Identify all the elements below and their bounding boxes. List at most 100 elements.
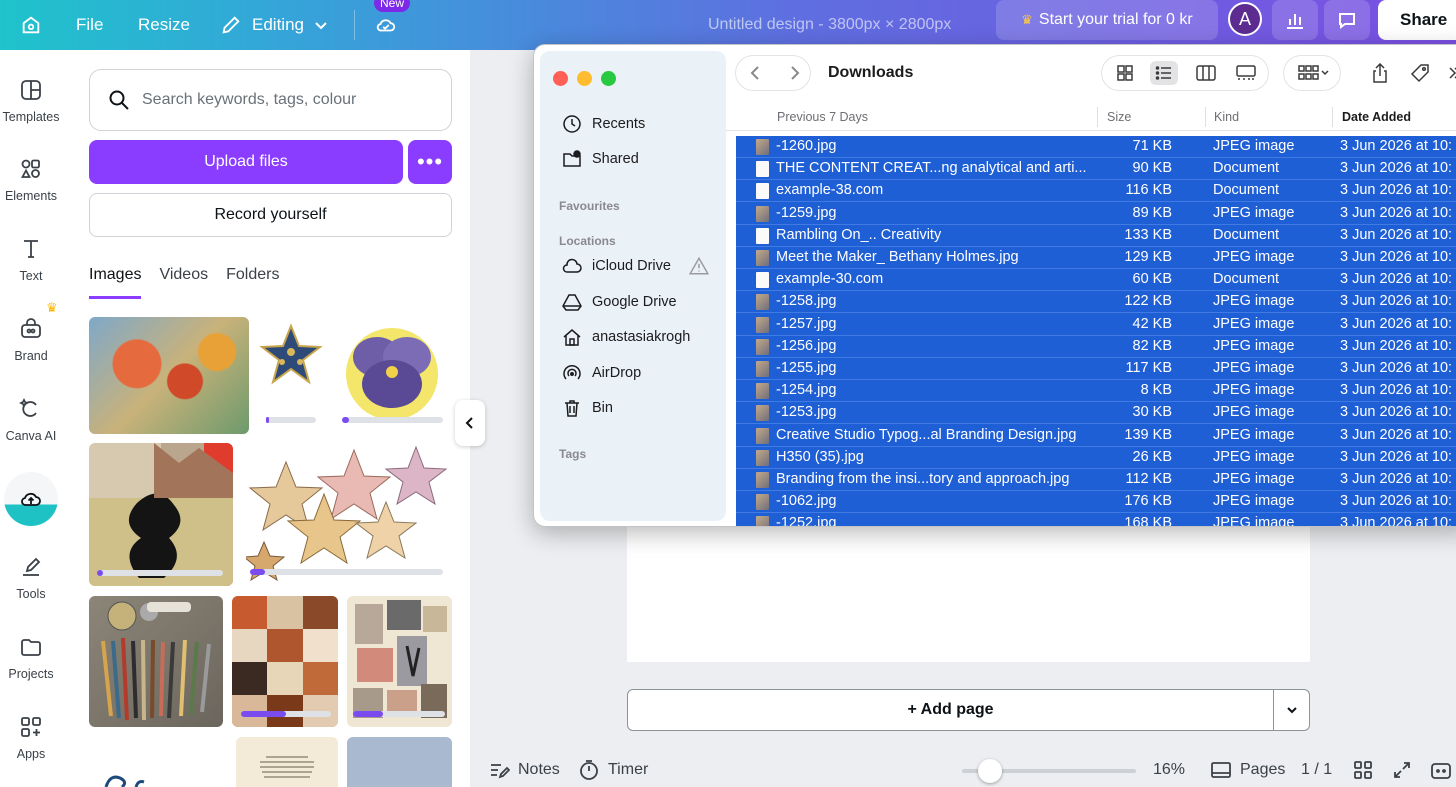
help-button[interactable]: [1430, 752, 1452, 787]
file-row[interactable]: -1252.jpg 168 KB JPEG image 3 Jun 2026 at 1…: [736, 513, 1456, 526]
templates-icon: [21, 80, 41, 100]
grid-view-button[interactable]: [1353, 752, 1373, 787]
rail-item-uploads[interactable]: [4, 472, 58, 526]
icon-view-button[interactable]: [1111, 61, 1139, 85]
sidebar-item-shared[interactable]: Shared: [562, 149, 639, 169]
file-row[interactable]: example-38.com 116 KB Document 3 Jun 2026 a…: [736, 180, 1456, 203]
rail-item-templates[interactable]: Templates: [0, 78, 62, 124]
sidebar-item-icloud-drive[interactable]: iCloud Drive: [562, 256, 709, 276]
upload-thumbnail[interactable]: [89, 596, 223, 727]
minimize-window-button[interactable]: [577, 71, 592, 86]
upload-thumbnail[interactable]: [246, 442, 450, 582]
file-row[interactable]: Rambling On_.. Creativity 133 KB Document 3…: [736, 225, 1456, 247]
sidebar-item-bin[interactable]: Bin: [562, 398, 613, 418]
notes-button[interactable]: Notes: [488, 752, 560, 787]
file-row[interactable]: THE CONTENT CREAT...ng analytical and ar…: [736, 158, 1456, 181]
more-options-button[interactable]: •••: [408, 140, 452, 184]
upload-thumbnail[interactable]: [89, 443, 233, 586]
clock-icon: [563, 115, 581, 133]
file-list-header: Previous 7 Days Size Kind Date Added: [726, 103, 1456, 131]
column-header-name[interactable]: Previous 7 Days: [777, 110, 868, 124]
crown-icon: ♛: [1021, 12, 1033, 27]
list-view-button[interactable]: [1150, 61, 1178, 85]
add-page-options-button[interactable]: [1278, 698, 1306, 722]
file-kind: JPEG image: [1213, 315, 1295, 332]
upload-thumbnail[interactable]: [347, 596, 452, 727]
file-row[interactable]: -1254.jpg 8 KB JPEG image 3 Jun 2026 at 10:: [736, 380, 1456, 403]
file-row[interactable]: -1256.jpg 82 KB JPEG image 3 Jun 2026 at 10…: [736, 336, 1456, 358]
zoom-level[interactable]: 16%: [1153, 752, 1185, 787]
design-page[interactable]: [627, 526, 1310, 662]
rail-item-brand[interactable]: Brand: [0, 317, 62, 363]
back-button[interactable]: [742, 61, 770, 85]
file-row[interactable]: Branding from the insi...tory and approa…: [736, 469, 1456, 491]
file-row[interactable]: -1257.jpg 42 KB JPEG image 3 Jun 2026 at 10…: [736, 314, 1456, 336]
sidebar-heading-locations: Locations: [559, 234, 616, 248]
file-row[interactable]: -1253.jpg 30 KB JPEG image 3 Jun 2026 at 10…: [736, 402, 1456, 425]
file-row[interactable]: example-30.com 60 KB Document 3 Jun 2026 at…: [736, 269, 1456, 292]
file-row[interactable]: H350 (35).jpg 26 KB JPEG image 3 Jun 2026 a…: [736, 447, 1456, 469]
progress-fill: [353, 711, 384, 717]
editing-menu[interactable]: Editing: [220, 0, 328, 50]
file-row[interactable]: Meet the Maker_ Bethany Holmes.jpg 129 KB…: [736, 247, 1456, 269]
file-row[interactable]: -1260.jpg 71 KB JPEG image 3 Jun 2026 at 10…: [736, 136, 1456, 158]
resize-menu[interactable]: Resize: [138, 0, 190, 50]
share-button[interactable]: Share: [1378, 0, 1456, 40]
upload-thumbnail[interactable]: [347, 737, 452, 787]
rail-item-apps[interactable]: Apps: [0, 715, 62, 761]
column-header-size[interactable]: Size: [1107, 110, 1131, 124]
upload-thumbnail[interactable]: [89, 317, 249, 434]
rail-item-tools[interactable]: Tools: [0, 555, 62, 601]
avatar[interactable]: A: [1228, 2, 1262, 36]
tab-videos[interactable]: Videos: [159, 266, 208, 299]
file-row[interactable]: Creative Studio Typog...al Branding Desi…: [736, 425, 1456, 447]
group-by-button[interactable]: [1294, 61, 1334, 85]
rail-item-projects[interactable]: Projects: [0, 635, 62, 681]
share-file-button[interactable]: [1366, 61, 1394, 85]
column-header-date-added[interactable]: Date Added: [1342, 110, 1411, 124]
upload-thumbnail[interactable]: [258, 322, 324, 388]
column-view-button[interactable]: [1192, 61, 1220, 85]
gallery-view-button[interactable]: [1232, 61, 1260, 85]
comments-button[interactable]: [1324, 0, 1370, 40]
column-header-kind[interactable]: Kind: [1214, 110, 1239, 124]
tag-button[interactable]: [1406, 61, 1434, 85]
file-row[interactable]: -1255.jpg 117 KB JPEG image 3 Jun 2026 at 1…: [736, 358, 1456, 380]
zoom-window-button[interactable]: [601, 71, 616, 86]
record-yourself-button[interactable]: Record yourself: [89, 193, 452, 237]
sidebar-item-airdrop[interactable]: AirDrop: [562, 363, 641, 383]
sidebar-item-google-drive[interactable]: Google Drive: [562, 292, 677, 312]
rail-item-elements[interactable]: Elements: [0, 157, 62, 203]
zoom-slider-handle[interactable]: [978, 759, 1002, 783]
sidebar-item-recents[interactable]: Recents: [562, 114, 645, 134]
add-page-button[interactable]: + Add page: [628, 701, 1273, 719]
upload-files-button[interactable]: Upload files: [89, 140, 403, 184]
upload-thumbnail[interactable]: [236, 737, 338, 787]
insights-button[interactable]: [1272, 0, 1318, 40]
start-trial-button[interactable]: ♛ Start your trial for 0 kr: [996, 0, 1218, 40]
file-row[interactable]: -1259.jpg 89 KB JPEG image 3 Jun 2026 at 10…: [736, 203, 1456, 225]
upload-thumbnail[interactable]: [342, 322, 442, 422]
close-window-button[interactable]: [553, 71, 568, 86]
sidebar-item-home[interactable]: anastasiakrogh: [562, 327, 690, 347]
forward-button[interactable]: [780, 61, 808, 85]
more-toolbar-button[interactable]: [1440, 61, 1456, 85]
file-menu[interactable]: File: [76, 0, 103, 50]
design-title[interactable]: Untitled design - 3800px × 2800px: [708, 0, 951, 50]
search-box[interactable]: [89, 69, 452, 131]
home-button[interactable]: [20, 0, 42, 50]
upload-thumbnail[interactable]: [92, 768, 162, 787]
fullscreen-button[interactable]: [1392, 752, 1412, 787]
rail-item-canva-ai[interactable]: Canva AI: [0, 397, 62, 443]
tab-folders[interactable]: Folders: [226, 266, 279, 299]
rail-item-text[interactable]: Text: [0, 237, 62, 283]
file-row[interactable]: -1062.jpg 176 KB JPEG image 3 Jun 2026 at 1…: [736, 491, 1456, 514]
pages-button[interactable]: Pages: [1210, 752, 1285, 787]
file-row[interactable]: -1258.jpg 122 KB JPEG image 3 Jun 2026 at 1…: [736, 291, 1456, 314]
upload-thumbnail[interactable]: [232, 596, 338, 727]
timer-label: Timer: [608, 760, 649, 778]
timer-button[interactable]: Timer: [578, 752, 648, 787]
search-input[interactable]: [142, 91, 432, 109]
tab-images[interactable]: Images: [89, 266, 142, 299]
collapse-panel-button[interactable]: [455, 400, 485, 446]
